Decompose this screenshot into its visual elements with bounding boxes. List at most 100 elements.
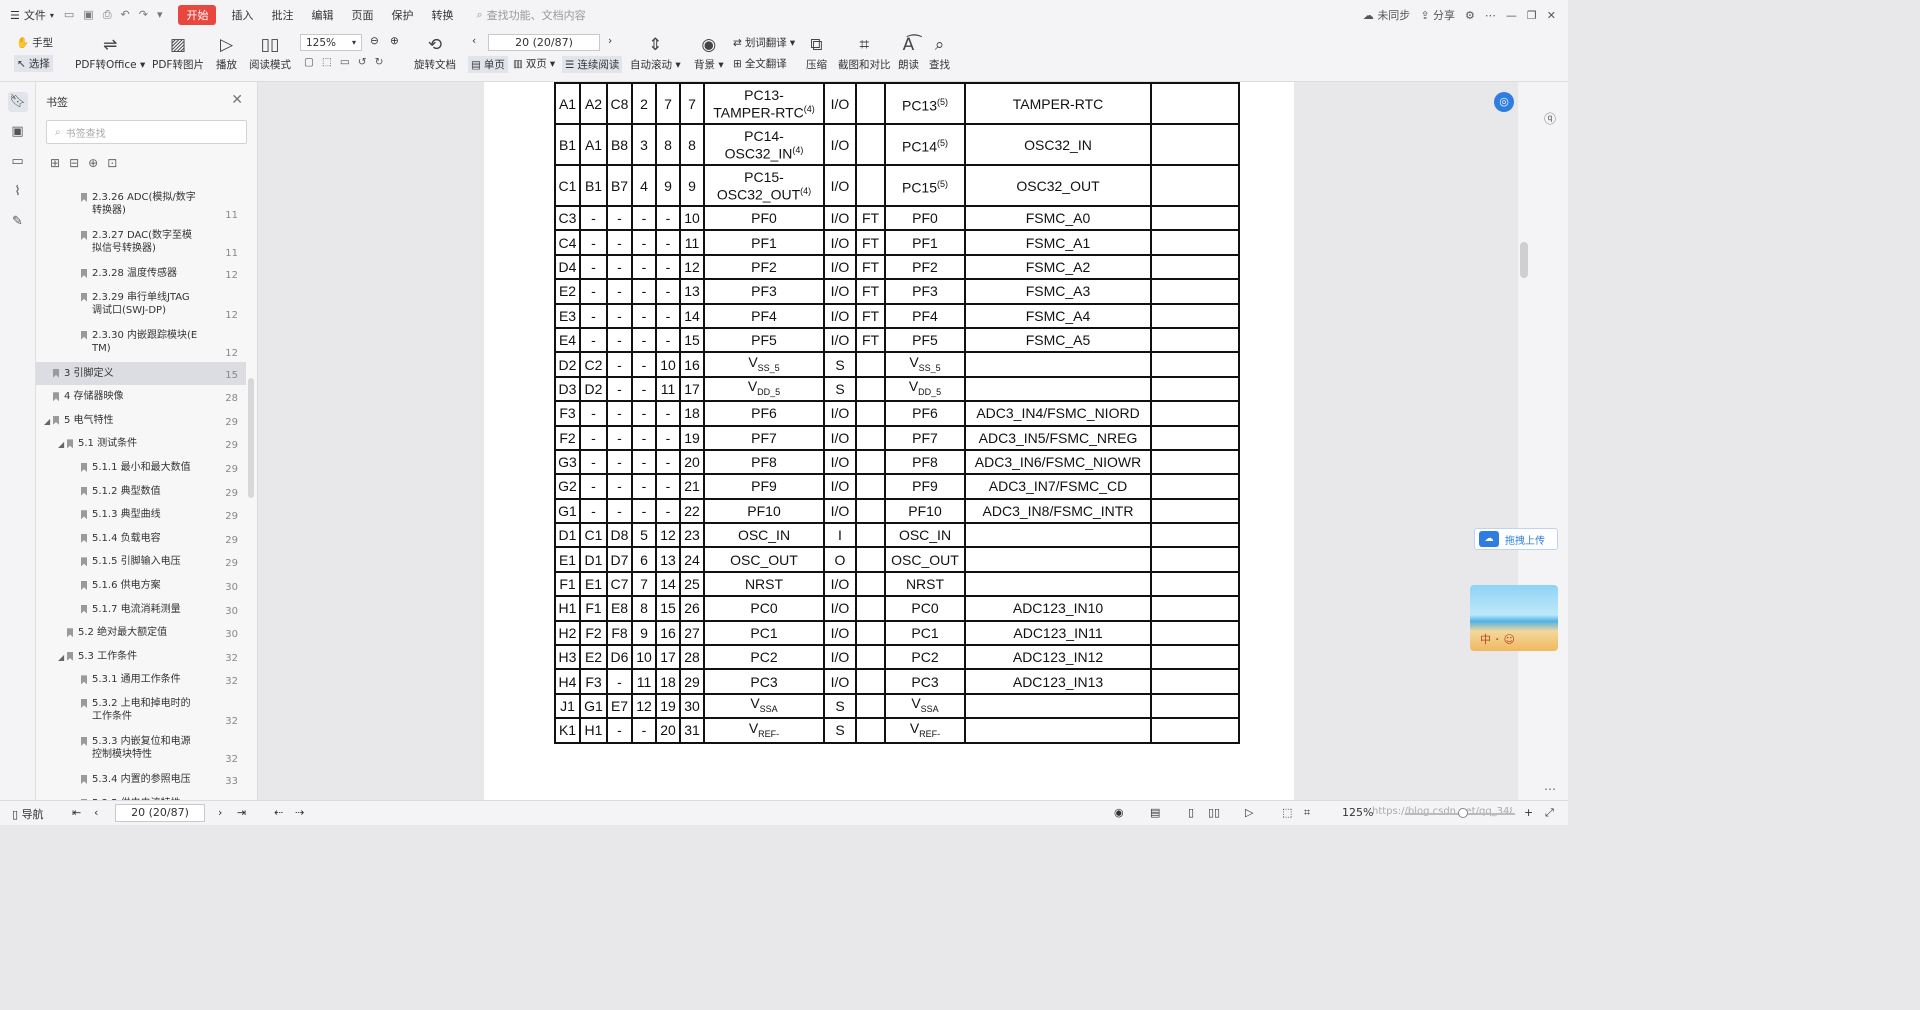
single-mode-icon[interactable]: ▯ xyxy=(1188,806,1194,819)
bookmark-item[interactable]: ◢ 5 电气特性 29 xyxy=(36,409,246,433)
single-page-button[interactable]: ▤ 单页 xyxy=(468,56,508,73)
promo-banner[interactable]: 中 ･ ☺ xyxy=(1470,585,1558,651)
read-mode-button[interactable]: ▯▯ 阅读模式 xyxy=(249,35,291,72)
zoom-out-icon[interactable]: ⊖ xyxy=(370,35,379,47)
bookmark-item[interactable]: 4 存储器映像 28 xyxy=(36,385,246,409)
nav-toggle[interactable]: ▯ 导航 xyxy=(12,806,44,822)
expand-triangle-icon[interactable]: ◢ xyxy=(58,651,64,664)
thumbnail-panel-icon[interactable]: ▣ xyxy=(8,122,28,142)
bookmark-item[interactable]: 3 引脚定义 15 xyxy=(36,361,246,386)
bookmark-icon[interactable]: ⊡ xyxy=(107,156,117,170)
bookmark-item[interactable]: 5.3.4 内置的参照电压 33 xyxy=(36,768,246,792)
comment-panel-icon[interactable]: ▭ xyxy=(8,152,28,172)
bookmark-panel-icon[interactable]: 🔖︎ xyxy=(7,92,28,112)
bookmark-item[interactable]: 2.3.27 DAC(数字至模 拟信号转换器) 11 xyxy=(36,224,246,262)
file-menu[interactable]: ☰ 文件 ▾ xyxy=(0,7,54,23)
bookmark-item[interactable]: 5.1.6 供电方案 30 xyxy=(36,574,246,598)
fullscreen-icon[interactable]: ⤢ xyxy=(1545,806,1554,820)
tab-protect[interactable]: 保护 xyxy=(382,7,422,23)
bookmark-item[interactable]: 2.3.28 温度传感器 12 xyxy=(36,262,246,286)
bookmark-item[interactable]: 2.3.26 ADC(模拟/数字 转换器) 11 xyxy=(36,186,246,224)
rotate-right-icon[interactable]: ↻ xyxy=(375,56,384,68)
back-icon[interactable]: ⇠ xyxy=(274,806,283,819)
tab-edit[interactable]: 编辑 xyxy=(302,7,342,23)
prev-page-status-icon[interactable]: ‹ xyxy=(94,806,98,819)
help-icon[interactable]: ⓠ xyxy=(1544,110,1556,127)
actual-size-icon[interactable]: ▢ xyxy=(304,56,314,68)
tab-annotate[interactable]: 批注 xyxy=(262,7,302,23)
sidebar-scrollbar[interactable] xyxy=(248,378,254,498)
fit-width-icon[interactable]: ⬚ xyxy=(322,56,332,68)
tab-insert[interactable]: 插入 xyxy=(222,7,262,23)
double-mode-icon[interactable]: ▯▯ xyxy=(1208,806,1220,819)
bookmark-item[interactable]: 5.1.3 典型曲线 29 xyxy=(36,503,246,527)
next-page-status-icon[interactable]: › xyxy=(218,806,222,819)
pdf-to-office-button[interactable]: ⇌ PDF转Office ▾ xyxy=(75,35,145,72)
bookmark-item[interactable]: 5.1.5 引脚输入电压 29 xyxy=(36,550,246,574)
tab-convert[interactable]: 转换 xyxy=(422,7,462,23)
prev-page-icon[interactable]: ‹ xyxy=(472,35,476,47)
zoom-select[interactable]: 125% ▾ xyxy=(300,34,362,51)
signature-panel-icon[interactable]: ✎ xyxy=(8,212,28,232)
sync-status[interactable]: ☁ 未同步 xyxy=(1363,7,1411,23)
bookmark-item[interactable]: 5.3.1 通用工作条件 32 xyxy=(36,668,246,692)
eye-mode-icon[interactable]: ◉ xyxy=(1114,806,1124,819)
bookmark-item[interactable]: 5.1.4 负载电容 29 xyxy=(36,527,246,551)
expand-all-icon[interactable]: ⊞ xyxy=(50,156,60,170)
minimize-icon[interactable]: — xyxy=(1506,9,1517,22)
document-scrollbar[interactable] xyxy=(1520,242,1528,278)
double-page-button[interactable]: ▥ 双页 ▾ xyxy=(513,56,555,71)
page-number-input[interactable]: 20 (20/87) xyxy=(488,34,600,51)
continuous-mode-icon[interactable]: ▤ xyxy=(1150,806,1160,819)
next-page-icon[interactable]: › xyxy=(608,35,612,47)
bookmark-item[interactable]: 5.1.2 典型数值 29 xyxy=(36,480,246,504)
play-status-icon[interactable]: ▷ xyxy=(1245,806,1253,819)
undo-icon[interactable]: ↶ xyxy=(121,8,130,22)
bookmark-item[interactable]: 2.3.29 串行单线JTAG 调试口(SWJ-DP) 12 xyxy=(36,286,246,324)
more-icon[interactable]: ⋯ xyxy=(1485,9,1496,22)
assistant-icon[interactable]: ◎ xyxy=(1494,92,1514,112)
drag-upload-button[interactable]: ☁ 拖拽上传 xyxy=(1474,528,1558,550)
bookmark-item[interactable]: 5.3.5 供电电流特性 xyxy=(36,792,246,800)
bookmark-item[interactable]: 2.3.30 内嵌跟踪模块(E TM) 12 xyxy=(36,324,246,362)
rotate-left-icon[interactable]: ↺ xyxy=(358,56,367,68)
auto-scroll-button[interactable]: ⇕ 自动滚动 ▾ xyxy=(630,35,681,72)
restore-icon[interactable]: ❐ xyxy=(1527,9,1537,22)
close-icon[interactable]: ✕ xyxy=(231,92,243,108)
forward-icon[interactable]: ⇢ xyxy=(295,806,304,819)
bookmark-item[interactable]: 5.1.1 最小和最大数值 29 xyxy=(36,456,246,480)
bookmark-item[interactable]: ◢ 5.3 工作条件 32 xyxy=(36,645,246,669)
collapse-all-icon[interactable]: ⊟ xyxy=(69,156,79,170)
hand-tool-button[interactable]: ✋ 手型 xyxy=(16,35,53,50)
status-page-input[interactable]: 20 (20/87) xyxy=(115,804,205,822)
fit-page-icon[interactable]: ▭ xyxy=(340,56,350,68)
bookmark-item[interactable]: 5.3.3 内嵌复位和电源 控制模块特性 32 xyxy=(36,730,246,768)
expand-triangle-icon[interactable]: ◢ xyxy=(58,438,64,451)
fit-status-icon[interactable]: ⬚ xyxy=(1282,806,1292,819)
zoom-in-icon[interactable]: ⊕ xyxy=(390,35,399,47)
zoom-in-status-icon[interactable]: + xyxy=(1524,806,1533,819)
close-window-icon[interactable]: ✕ xyxy=(1547,9,1556,22)
find-button[interactable]: ⌕ 查找 xyxy=(929,35,950,72)
settings-icon[interactable]: ⚙ xyxy=(1465,9,1475,22)
select-tool-button[interactable]: ↖ 选择 xyxy=(14,55,53,72)
continuous-read-button[interactable]: ☰ 连续阅读 xyxy=(562,56,623,73)
add-bookmark-icon[interactable]: ⊕ xyxy=(88,156,98,170)
last-page-icon[interactable]: ⇥ xyxy=(237,806,246,819)
zoom-slider-knob[interactable] xyxy=(1458,808,1468,818)
screenshot-compare-button[interactable]: ⌗ 截图和对比 xyxy=(838,35,891,72)
bookmark-item[interactable]: 5.3.2 上电和掉电时的 工作条件 32 xyxy=(36,692,246,730)
read-aloud-button[interactable]: A͡ 朗读 xyxy=(898,35,919,72)
print-icon[interactable]: ⎙ xyxy=(103,8,112,22)
function-search[interactable]: ⌕ 查找功能、文档内容 xyxy=(462,7,585,23)
compress-button[interactable]: ⧉ 压缩 xyxy=(806,35,827,72)
tab-start[interactable]: 开始 xyxy=(178,5,217,25)
more-chevron-icon[interactable]: ▾ xyxy=(157,8,163,22)
bookmark-search-input[interactable]: ⌕ 书签查找 xyxy=(46,120,247,144)
bookmark-item[interactable]: ◢ 5.1 测试条件 29 xyxy=(36,432,246,456)
full-translate-button[interactable]: ⊞ 全文翻译 xyxy=(733,56,787,71)
redo-icon[interactable]: ↷ xyxy=(139,8,148,22)
dock-more-icon[interactable]: ⋯ xyxy=(1544,782,1556,796)
background-button[interactable]: ◉ 背景 ▾ xyxy=(694,35,724,72)
expand-triangle-icon[interactable]: ◢ xyxy=(44,415,50,428)
